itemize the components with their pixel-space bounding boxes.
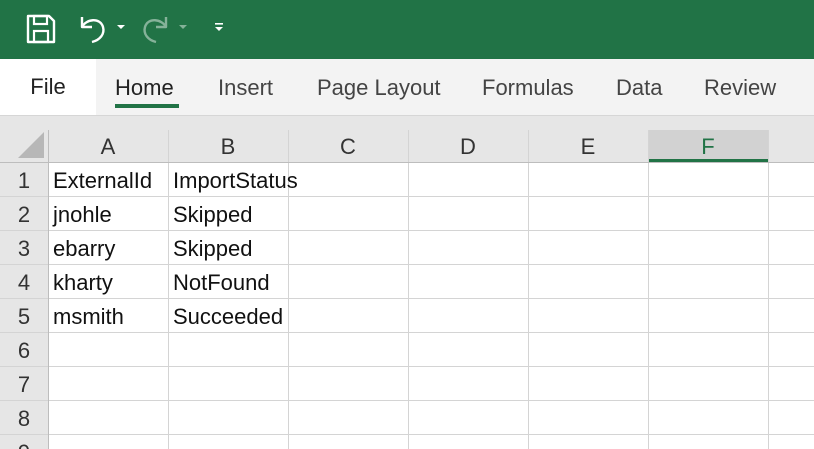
cell-b5[interactable]: Succeeded (173, 304, 283, 329)
column-header-a[interactable]: A (101, 134, 116, 159)
quick-access-toolbar (0, 0, 814, 59)
tab-file[interactable]: File (0, 59, 96, 115)
column-header-c[interactable]: C (340, 134, 356, 159)
cell-b2[interactable]: Skipped (173, 202, 253, 227)
selected-column-indicator (648, 159, 768, 162)
undo-icon[interactable] (78, 13, 108, 45)
row-header-4[interactable]: 4 (18, 270, 30, 295)
redo-icon[interactable] (140, 13, 170, 45)
column-header-d[interactable]: D (460, 134, 476, 159)
active-tab-indicator (115, 104, 179, 108)
row-header-2[interactable]: 2 (18, 202, 30, 227)
ribbon-tabs: File Home Insert Page Layout Formulas Da… (0, 59, 814, 116)
customize-quick-access-icon[interactable] (213, 21, 225, 33)
row-header-8[interactable]: 8 (18, 406, 30, 431)
tab-data[interactable]: Data (616, 74, 662, 102)
cell-b1[interactable]: ImportStatus (173, 168, 298, 193)
column-header-b[interactable]: B (221, 134, 236, 159)
row-header-7[interactable]: 7 (18, 372, 30, 397)
undo-dropdown-icon[interactable] (117, 25, 125, 29)
row-header-5[interactable]: 5 (18, 304, 30, 329)
tab-review[interactable]: Review (704, 74, 776, 102)
cell-a4[interactable]: kharty (53, 270, 113, 295)
cell-a1[interactable]: ExternalId (53, 168, 152, 193)
tab-home[interactable]: Home (115, 74, 174, 102)
tab-insert[interactable]: Insert (218, 74, 273, 102)
row-header-1[interactable]: 1 (18, 168, 30, 193)
save-icon[interactable] (26, 14, 56, 44)
tab-formulas[interactable]: Formulas (482, 74, 574, 102)
cell-a3[interactable]: ebarry (53, 236, 115, 261)
cell-a5[interactable]: msmith (53, 304, 124, 329)
cell-b4[interactable]: NotFound (173, 270, 270, 295)
spreadsheet-grid[interactable]: A B C D E F 1 2 3 4 5 6 7 8 9 ExternalId ImportStatus jno… (0, 116, 814, 449)
row-header-9[interactable]: 9 (18, 440, 30, 449)
cell-b3[interactable]: Skipped (173, 236, 253, 261)
column-header-e[interactable]: E (581, 134, 596, 159)
redo-dropdown-icon[interactable] (179, 25, 187, 29)
row-header-6[interactable]: 6 (18, 338, 30, 363)
column-header-f[interactable]: F (701, 134, 714, 159)
cell-a2[interactable]: jnohle (52, 202, 112, 227)
tab-page-layout[interactable]: Page Layout (317, 74, 441, 102)
row-header-3[interactable]: 3 (18, 236, 30, 261)
grid-canvas: A B C D E F 1 2 3 4 5 6 7 8 9 ExternalId ImportStatus jno… (0, 116, 814, 449)
